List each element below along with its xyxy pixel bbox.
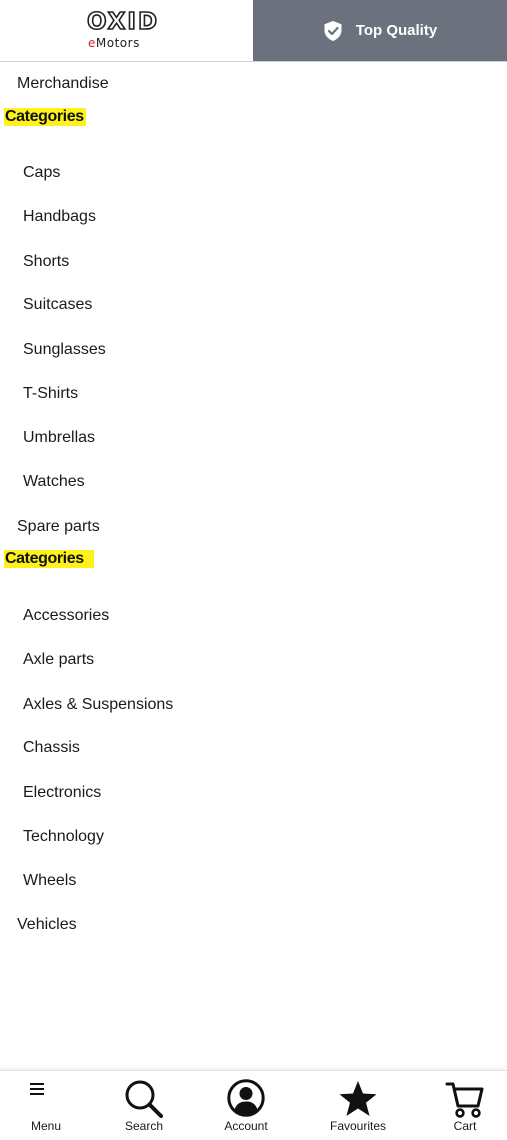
categories-heading-spare-parts: Categories xyxy=(4,550,94,568)
logo-subtitle-e: e xyxy=(88,36,96,50)
star-icon xyxy=(339,1081,377,1116)
menu-item-merchandise[interactable]: Merchandise xyxy=(17,74,109,94)
category-item-watches[interactable]: Watches xyxy=(23,472,85,492)
nav-search-button[interactable]: Search xyxy=(104,1071,184,1140)
category-item-wheels[interactable]: Wheels xyxy=(23,871,76,891)
nav-menu-label: Menu xyxy=(30,1119,62,1133)
nav-search-label: Search xyxy=(124,1119,164,1133)
category-item-electronics[interactable]: Electronics xyxy=(23,783,101,803)
category-item-chassis[interactable]: Chassis xyxy=(23,738,80,758)
nav-account-label: Account xyxy=(224,1119,268,1133)
category-item-axle-parts[interactable]: Axle parts xyxy=(23,650,94,670)
category-item-t-shirts[interactable]: T-Shirts xyxy=(23,384,78,404)
search-icon xyxy=(125,1080,163,1118)
category-item-suitcases[interactable]: Suitcases xyxy=(23,295,92,315)
logo-link[interactable]: OXID eMotors xyxy=(0,0,253,61)
page: OXID eMotors Top Quality Merchandise Cat… xyxy=(0,0,507,1140)
top-quality-banner: Top Quality xyxy=(253,0,507,61)
logo-wordmark: OXID xyxy=(86,8,160,36)
menu-item-vehicles[interactable]: Vehicles xyxy=(17,915,77,935)
category-item-axles-suspensions[interactable]: Axles & Suspensions xyxy=(23,695,173,715)
nav-favourites-button[interactable]: Favourites xyxy=(318,1071,398,1140)
header: OXID eMotors Top Quality xyxy=(0,0,507,62)
category-item-handbags[interactable]: Handbags xyxy=(23,207,96,227)
nav-cart-label: Cart xyxy=(453,1119,477,1133)
category-item-technology[interactable]: Technology xyxy=(23,827,104,847)
nav-account-button[interactable]: Account xyxy=(206,1071,286,1140)
cart-icon xyxy=(445,1082,484,1118)
top-quality-label: Top Quality xyxy=(355,22,438,39)
nav-cart-button[interactable]: Cart xyxy=(425,1071,505,1140)
categories-heading-merchandise: Categories xyxy=(4,108,86,126)
bottom-nav: Menu Search Account Favourites Cart xyxy=(0,1070,507,1140)
category-item-umbrellas[interactable]: Umbrellas xyxy=(23,428,95,448)
logo-subtitle-rest: Motors xyxy=(95,36,140,50)
category-item-accessories[interactable]: Accessories xyxy=(23,606,109,626)
nav-favourites-label: Favourites xyxy=(329,1119,387,1133)
category-item-sunglasses[interactable]: Sunglasses xyxy=(23,340,106,360)
shield-check-icon xyxy=(324,20,342,41)
user-circle-icon xyxy=(227,1079,265,1117)
logo-subtitle: eMotors xyxy=(88,36,168,50)
category-item-shorts[interactable]: Shorts xyxy=(23,252,69,272)
hamburger-icon xyxy=(30,1083,44,1095)
menu-item-spare-parts[interactable]: Spare parts xyxy=(17,517,100,537)
category-item-caps[interactable]: Caps xyxy=(23,163,60,183)
nav-menu-button[interactable]: Menu xyxy=(6,1071,86,1140)
